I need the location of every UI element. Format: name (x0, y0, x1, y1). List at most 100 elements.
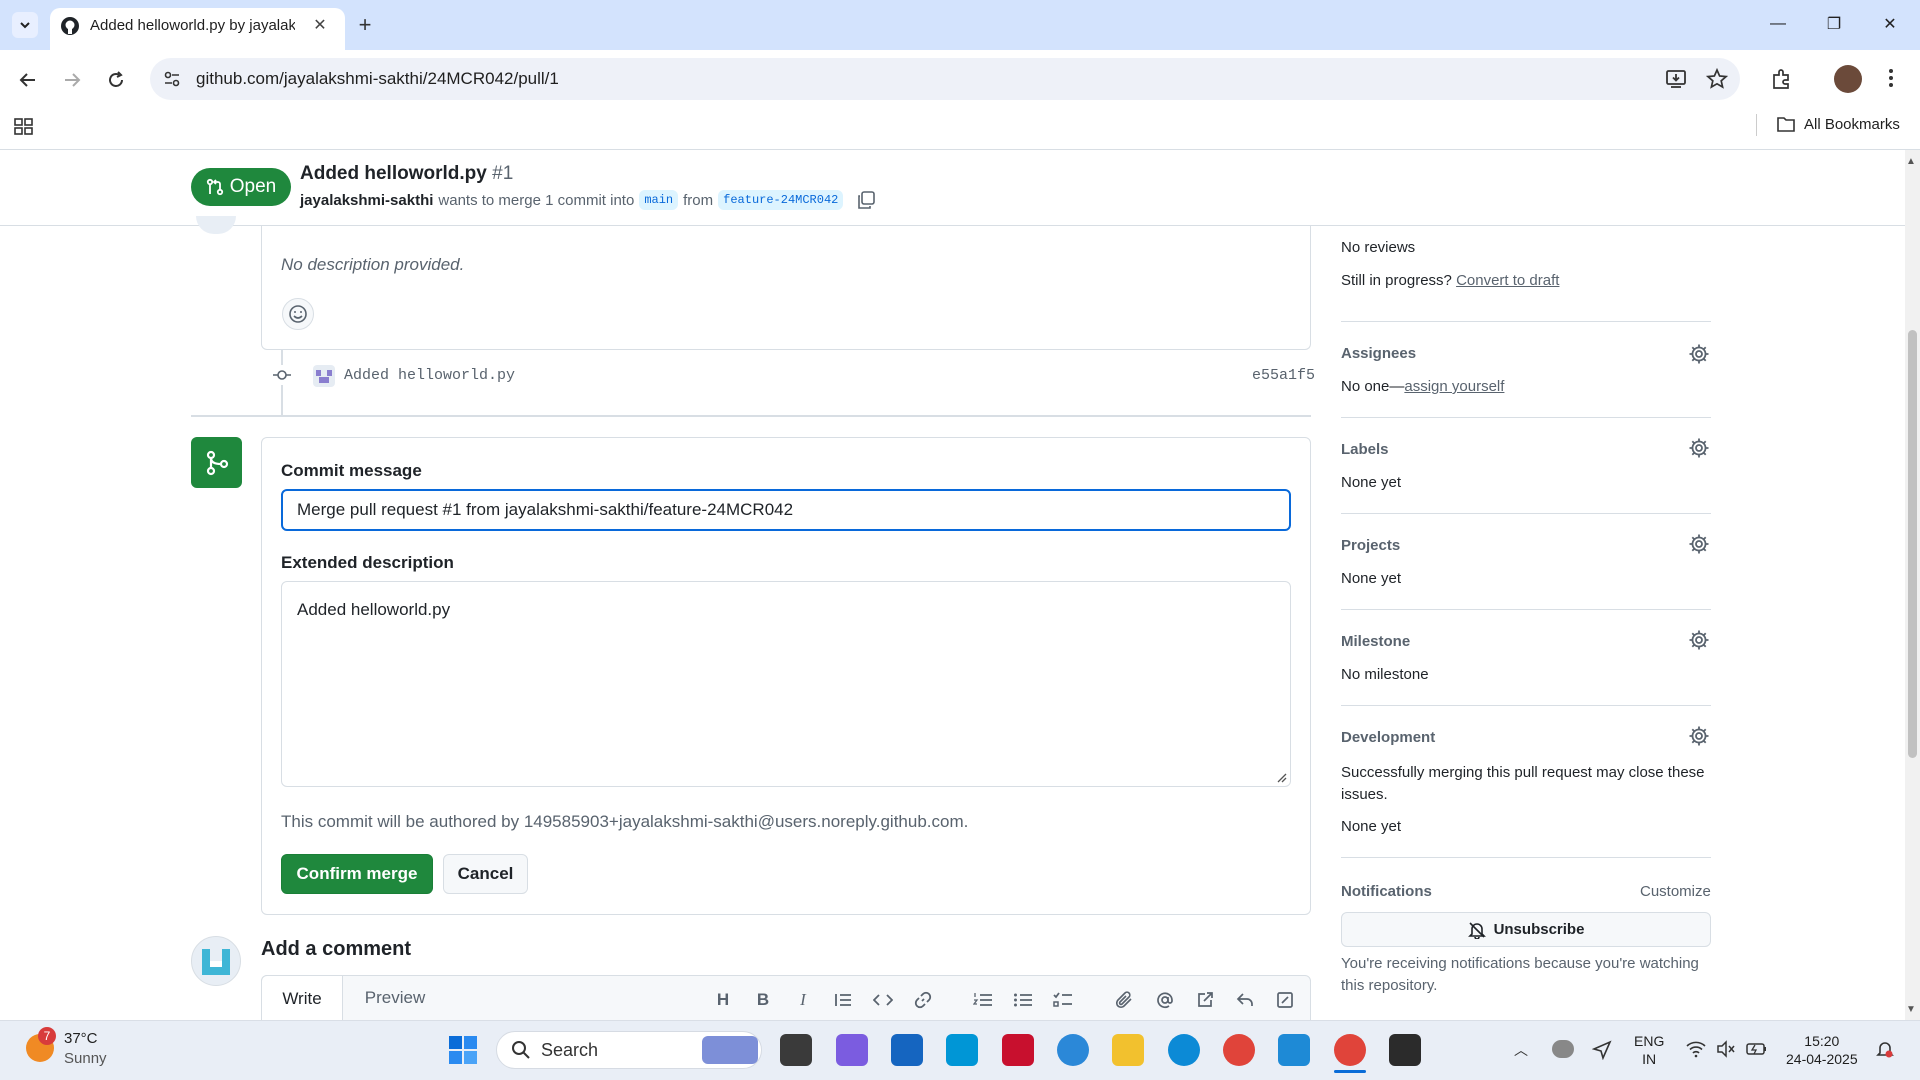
author-avatar-partial (196, 216, 236, 234)
ordered-list-icon[interactable] (968, 986, 998, 1014)
copy-branch-icon[interactable] (856, 190, 876, 210)
pr-author-link[interactable]: jayalakshmi-sakthi (300, 192, 433, 209)
more-menu-icon[interactable] (1886, 66, 1896, 90)
base-branch[interactable]: main (639, 190, 679, 210)
bell-slash-icon (1467, 921, 1486, 939)
all-bookmarks-button[interactable]: All Bookmarks (1776, 115, 1900, 133)
scroll-down-icon[interactable]: ▼ (1906, 1004, 1916, 1015)
install-app-icon[interactable] (1665, 68, 1687, 90)
chrome-active-icon[interactable] (1334, 1034, 1366, 1066)
head-branch[interactable]: feature-24MCR042 (718, 190, 844, 210)
commit-author-avatar[interactable] (313, 365, 335, 387)
tab-search-button[interactable] (12, 12, 38, 38)
close-window-button[interactable]: ✕ (1870, 8, 1910, 40)
labels-value: None yet (1341, 474, 1402, 491)
mention-icon[interactable] (1150, 986, 1180, 1014)
projects-heading[interactable]: Projects (1341, 537, 1400, 554)
add-reaction-button[interactable] (282, 298, 314, 330)
cancel-merge-button[interactable]: Cancel (443, 854, 528, 894)
development-gear-icon[interactable] (1688, 725, 1710, 747)
extensions-icon[interactable] (1770, 67, 1794, 91)
attach-icon[interactable] (1110, 986, 1140, 1014)
clock[interactable]: 15:20 24-04-2025 (1786, 1032, 1858, 1068)
help-icon[interactable] (1057, 1034, 1089, 1066)
heading-button[interactable]: H (708, 986, 738, 1014)
development-heading[interactable]: Development (1341, 729, 1435, 746)
tab-close-button[interactable]: ✕ (309, 14, 331, 36)
folder-icon (1777, 117, 1795, 132)
scroll-up-icon[interactable]: ▲ (1906, 156, 1916, 167)
assign-yourself-link[interactable]: assign yourself (1404, 378, 1504, 395)
commit-message-link[interactable]: Added helloworld.py (344, 367, 515, 384)
resize-handle-icon[interactable] (1277, 773, 1287, 783)
notification-bell-icon[interactable] (1876, 1040, 1894, 1058)
edge-icon[interactable] (1168, 1034, 1200, 1066)
arrow-right-icon (65, 73, 81, 87)
restore-button[interactable]: ❐ (1814, 8, 1854, 40)
chrome-icon[interactable] (1223, 1034, 1255, 1066)
back-button[interactable] (12, 64, 44, 96)
location-icon[interactable] (1592, 1040, 1612, 1060)
extended-description-label: Extended description (281, 553, 454, 572)
store-icon[interactable] (891, 1034, 923, 1066)
preview-tab[interactable]: Preview (350, 975, 440, 1021)
draft-row: Still in progress? Convert to draft (1341, 272, 1559, 289)
language-indicator[interactable]: ENG IN (1634, 1032, 1664, 1068)
vscode-icon[interactable] (1278, 1034, 1310, 1066)
assignees-gear-icon[interactable] (1688, 343, 1710, 365)
labels-heading[interactable]: Labels (1341, 441, 1389, 458)
saved-replies-icon[interactable] (1230, 986, 1260, 1014)
link-icon[interactable] (908, 986, 938, 1014)
write-tab[interactable]: Write (261, 975, 343, 1021)
task-list-icon[interactable] (1048, 986, 1078, 1014)
bookmark-star-icon[interactable] (1706, 68, 1728, 90)
reference-icon[interactable] (1190, 986, 1220, 1014)
copilot-icon[interactable] (836, 1034, 868, 1066)
confirm-merge-button[interactable]: Confirm merge (281, 854, 433, 894)
apps-grid-icon[interactable] (13, 116, 35, 138)
site-info-icon[interactable] (162, 69, 182, 89)
development-value: None yet (1341, 818, 1402, 835)
terminal-icon[interactable] (1389, 1034, 1421, 1066)
unordered-list-icon[interactable] (1008, 986, 1038, 1014)
onedrive-icon[interactable] (1552, 1040, 1574, 1058)
wifi-icon[interactable] (1686, 1040, 1706, 1058)
milestone-heading[interactable]: Milestone (1341, 633, 1410, 650)
user-avatar[interactable] (191, 936, 241, 986)
reload-button[interactable] (100, 64, 132, 96)
weather-temp[interactable]: 37°C (64, 1030, 98, 1047)
url-text[interactable]: github.com/jayalakshmi-sakthi/24MCR042/p… (196, 69, 559, 89)
customize-link[interactable]: Customize (1640, 883, 1711, 900)
myhp-icon[interactable] (946, 1034, 978, 1066)
file-explorer-icon[interactable] (1112, 1034, 1144, 1066)
commit-sha-link[interactable]: e55a1f5 (1252, 367, 1315, 384)
mcafee-icon[interactable] (1002, 1034, 1034, 1066)
convert-draft-link[interactable]: Convert to draft (1456, 272, 1559, 289)
notifications-reason: You're receiving notifications because y… (1341, 955, 1699, 994)
commit-message-input[interactable] (281, 489, 1291, 531)
new-tab-button[interactable]: + (352, 12, 378, 38)
task-view-icon[interactable] (780, 1034, 812, 1066)
labels-gear-icon[interactable] (1688, 437, 1710, 459)
profile-avatar[interactable] (1834, 65, 1862, 93)
unsubscribe-button[interactable]: Unsubscribe (1341, 912, 1711, 947)
volume-muted-icon[interactable] (1716, 1040, 1736, 1058)
tray-chevron-icon[interactable]: ︿ (1514, 1040, 1528, 1060)
fullscreen-edit-icon[interactable] (1270, 986, 1300, 1014)
bold-button[interactable]: B (748, 986, 778, 1014)
forward-button[interactable] (56, 64, 88, 96)
battery-icon[interactable] (1746, 1040, 1768, 1058)
italic-button[interactable]: I (788, 986, 818, 1014)
windows-start-icon[interactable] (448, 1035, 478, 1065)
minimize-button[interactable]: — (1758, 8, 1798, 40)
projects-gear-icon[interactable] (1688, 533, 1710, 555)
milestone-gear-icon[interactable] (1688, 629, 1710, 651)
bookmarks-bar (0, 108, 1920, 150)
scrollbar-thumb[interactable] (1908, 330, 1917, 758)
quote-icon[interactable] (828, 986, 858, 1014)
milestone-value: No milestone (1341, 666, 1429, 683)
pr-title-text: Added helloworld.py (300, 163, 487, 184)
assignees-heading[interactable]: Assignees (1341, 345, 1416, 362)
extended-description-textarea[interactable]: Added helloworld.py (281, 581, 1291, 787)
code-icon[interactable] (868, 986, 898, 1014)
